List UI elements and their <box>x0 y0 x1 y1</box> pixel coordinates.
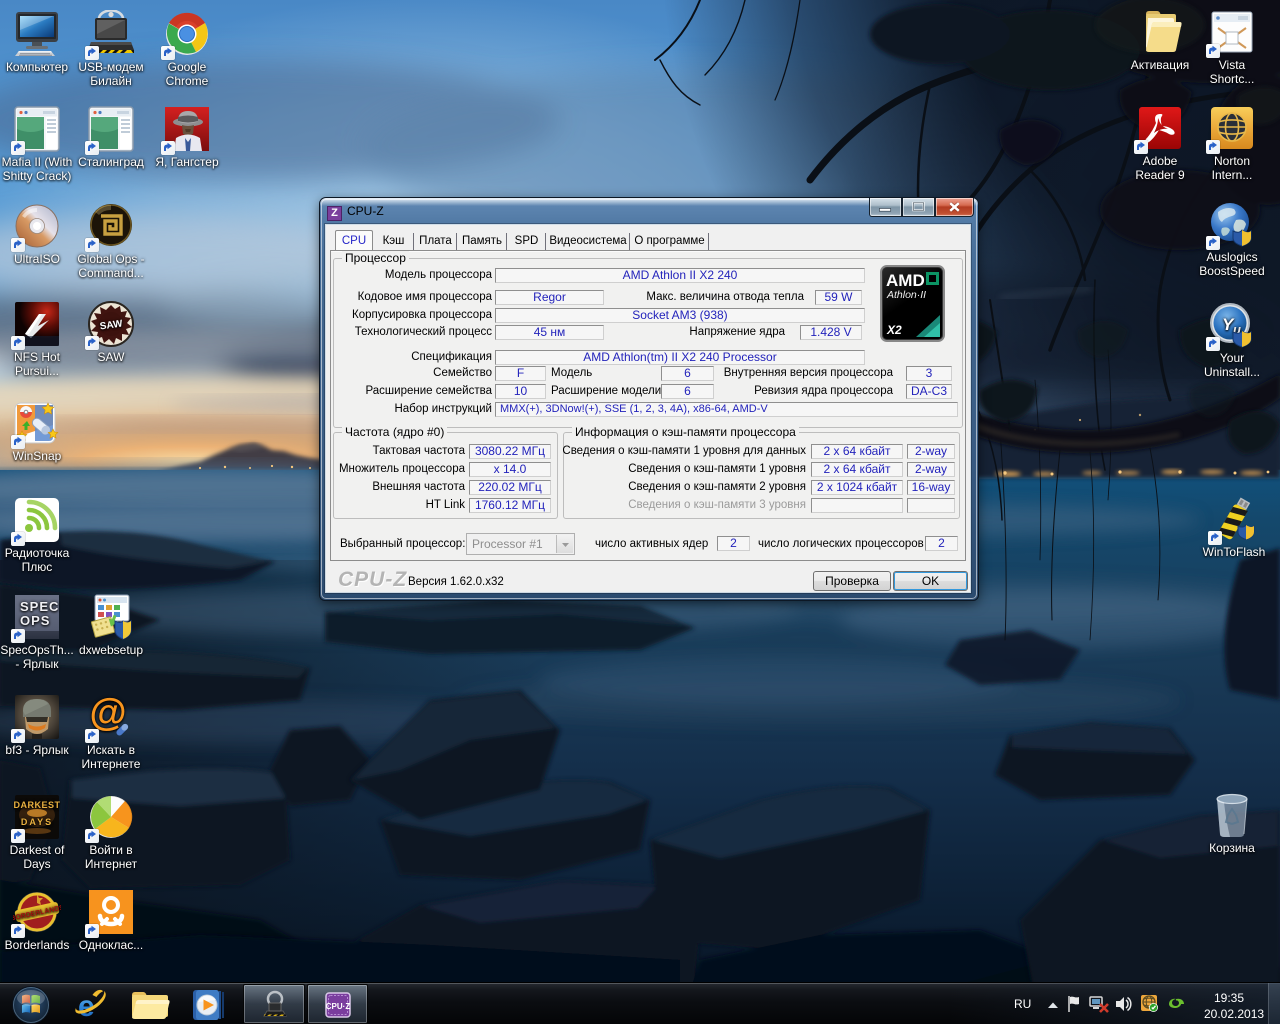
svg-text:X2: X2 <box>886 323 902 337</box>
svg-text:SPEC: SPEC <box>20 599 59 614</box>
svg-text:Athlon·II: Athlon·II <box>886 289 926 301</box>
svg-text:AMD: AMD <box>886 271 925 290</box>
svg-text:e: e <box>78 990 95 1022</box>
svg-text:DAYS: DAYS <box>21 817 53 827</box>
svg-text:CPU·Z: CPU·Z <box>326 1002 351 1011</box>
svg-text:DARKEST: DARKEST <box>13 800 60 810</box>
svg-text:OPS: OPS <box>20 613 50 628</box>
